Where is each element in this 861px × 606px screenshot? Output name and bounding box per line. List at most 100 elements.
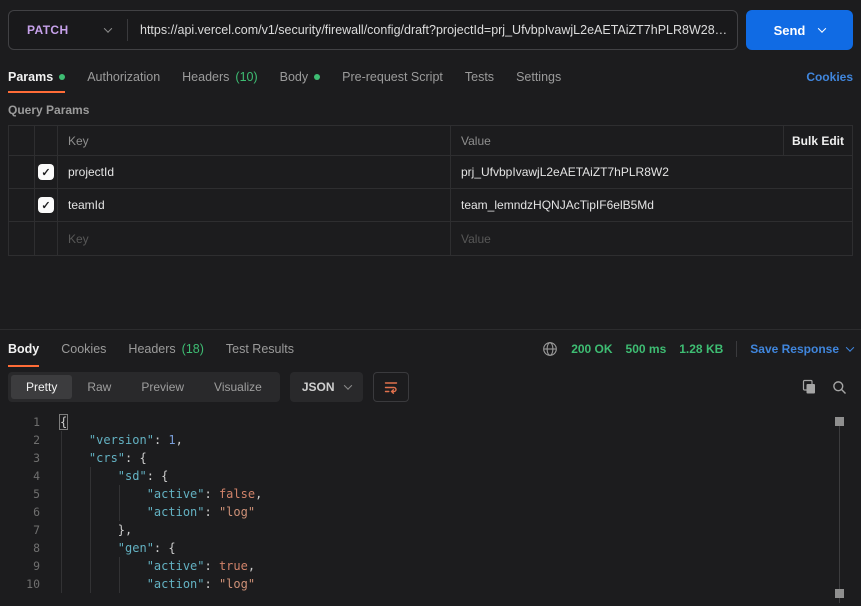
- params-table-body: ✓ projectIdprj_UfvbpIvawjL2eAETAiZT7hPLR8…: [9, 156, 852, 255]
- param-key-input[interactable]: Key: [58, 222, 451, 255]
- save-response-button[interactable]: Save Response: [750, 342, 853, 356]
- tab-label: Authorization: [87, 70, 160, 84]
- tab-label: Headers: [182, 70, 229, 84]
- chevron-down-icon[interactable]: [846, 343, 854, 351]
- response-tab-headers[interactable]: Headers(18): [128, 330, 203, 367]
- tab-label: Cookies: [61, 342, 106, 356]
- drag-handle: [9, 222, 34, 255]
- key-column-header: Key: [58, 126, 451, 155]
- code-line-text: "sd": {: [60, 467, 168, 485]
- indent-guide: [61, 431, 62, 593]
- request-tabs: Params Authorization Headers (10) Body Pre-re…: [8, 60, 583, 93]
- scroll-marker-bottom[interactable]: [835, 589, 844, 598]
- view-tab-pretty[interactable]: Pretty: [11, 375, 72, 399]
- modified-dot-icon: [314, 74, 320, 80]
- request-tab-settings[interactable]: Settings: [516, 60, 561, 93]
- checkmark-icon: ✓: [41, 166, 50, 179]
- request-tabs-row: Params Authorization Headers (10) Body Pre-re…: [0, 60, 861, 93]
- divider: [736, 341, 737, 357]
- search-button[interactable]: [832, 380, 847, 395]
- request-tab-body[interactable]: Body: [280, 60, 321, 93]
- response-toolbar: PrettyRawPreviewVisualize JSON: [0, 367, 861, 407]
- chevron-down-icon: [104, 24, 112, 32]
- indent-guide: [119, 485, 120, 521]
- request-bar: PATCH https://api.vercel.com/v1/security…: [0, 0, 861, 60]
- response-tabs-row: Body Cookies Headers(18) Test Results 200 O…: [0, 330, 861, 367]
- view-tab-visualize[interactable]: Visualize: [199, 375, 277, 399]
- code-line: 7 },: [0, 521, 861, 539]
- checkbox-cell: ✓: [34, 189, 58, 221]
- chevron-down-icon: [343, 381, 351, 389]
- code-line: 6 "action": "log": [0, 503, 861, 521]
- response-actions: [801, 379, 853, 395]
- params-table-header: Key Value Bulk Edit: [9, 126, 852, 156]
- param-key[interactable]: teamId: [58, 189, 451, 221]
- tab-label: Body: [280, 70, 309, 84]
- param-row-empty: KeyValue: [9, 222, 852, 255]
- request-tab-headers[interactable]: Headers (10): [182, 60, 257, 93]
- line-number: 1: [0, 413, 40, 431]
- param-value[interactable]: team_lemndzHQNJAcTipIF6elB5Md: [451, 189, 852, 221]
- response-tab-cookies[interactable]: Cookies: [61, 330, 106, 367]
- format-label: JSON: [302, 380, 335, 394]
- request-tab-tests[interactable]: Tests: [465, 60, 494, 93]
- row-checkbox[interactable]: ✓: [38, 197, 54, 213]
- code-line-text: },: [60, 521, 132, 539]
- code-line: 5 "active": false,: [0, 485, 861, 503]
- send-button[interactable]: Send: [746, 10, 853, 50]
- tab-label: Settings: [516, 70, 561, 84]
- cookies-button[interactable]: Cookies: [806, 70, 853, 84]
- code-line-text: {: [60, 413, 67, 431]
- checkmark-icon: ✓: [41, 199, 50, 212]
- tab-count-badge: (10): [235, 70, 257, 84]
- query-params-title: Query Params: [0, 93, 861, 121]
- request-tab-authorization[interactable]: Authorization: [87, 60, 160, 93]
- view-tab-preview[interactable]: Preview: [126, 375, 199, 399]
- line-number: 2: [0, 431, 40, 449]
- wrap-text-button[interactable]: [373, 372, 409, 402]
- tab-label: Tests: [465, 70, 494, 84]
- code-line: 3 "crs": {: [0, 449, 861, 467]
- scrollbar-track[interactable]: [839, 419, 840, 603]
- bulk-edit-button[interactable]: Bulk Edit: [784, 126, 852, 155]
- code-line: 4 "sd": {: [0, 467, 861, 485]
- url-input[interactable]: https://api.vercel.com/v1/security/firew…: [128, 23, 737, 37]
- wrap-text-icon: [383, 379, 399, 395]
- param-row: ✓ teamIdteam_lemndzHQNJAcTipIF6elB5Md: [9, 189, 852, 222]
- tab-count-badge: (18): [182, 342, 204, 356]
- scroll-marker-top[interactable]: [835, 417, 844, 426]
- api-client-app: PATCH https://api.vercel.com/v1/security…: [0, 0, 861, 606]
- param-key[interactable]: projectId: [58, 156, 451, 188]
- select-all-column: [34, 126, 58, 155]
- line-number: 3: [0, 449, 40, 467]
- send-options-chevron-down-icon[interactable]: [818, 24, 826, 32]
- code-line-text: "version": 1,: [60, 431, 183, 449]
- line-number: 4: [0, 467, 40, 485]
- drag-handle[interactable]: [9, 189, 34, 221]
- code-line-text: "gen": {: [60, 539, 176, 557]
- code-lines: 1 {2 "version": 1,3 "crs": {4 "sd": {5 "a…: [0, 413, 861, 593]
- modified-dot-icon: [59, 74, 65, 80]
- response-time: 500 ms: [626, 342, 667, 356]
- param-value-input[interactable]: Value: [451, 222, 852, 255]
- line-number: 10: [0, 575, 40, 593]
- globe-icon: [542, 341, 558, 357]
- request-tab-params[interactable]: Params: [8, 60, 65, 93]
- copy-button[interactable]: [801, 379, 817, 395]
- code-line: 9 "active": true,: [0, 557, 861, 575]
- response-tab-body[interactable]: Body: [8, 330, 39, 367]
- request-tab-pre-request-script[interactable]: Pre-request Script: [342, 60, 443, 93]
- view-tab-raw[interactable]: Raw: [72, 375, 126, 399]
- code-line: 2 "version": 1,: [0, 431, 861, 449]
- code-line: 10 "action": "log": [0, 575, 861, 593]
- tab-label: Pre-request Script: [342, 70, 443, 84]
- format-select[interactable]: JSON: [290, 372, 363, 402]
- drag-handle[interactable]: [9, 156, 34, 188]
- response-meta: 200 OK 500 ms 1.28 KB Save Response: [542, 330, 853, 367]
- code-editor[interactable]: 1 {2 "version": 1,3 "crs": {4 "sd": {5 "a…: [0, 407, 861, 606]
- param-value[interactable]: prj_UfvbpIvawjL2eAETAiZT7hPLR8W2: [451, 156, 852, 188]
- response-tab-test-results[interactable]: Test Results: [226, 330, 294, 367]
- method-selector[interactable]: PATCH: [9, 11, 127, 49]
- copy-icon: [801, 379, 817, 395]
- row-checkbox[interactable]: ✓: [38, 164, 54, 180]
